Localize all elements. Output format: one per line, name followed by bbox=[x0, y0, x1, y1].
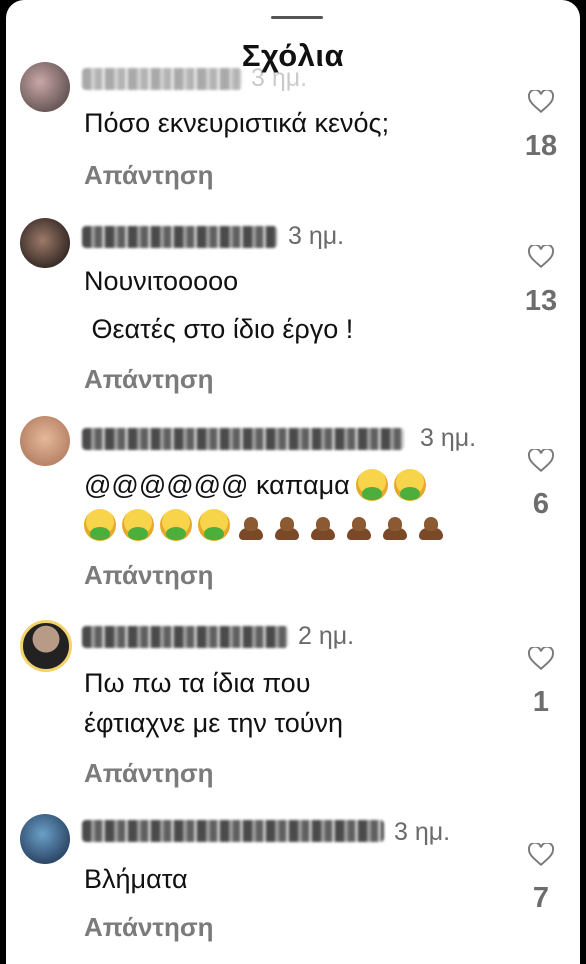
username-blurred[interactable] bbox=[82, 68, 242, 90]
pile-of-poo-emoji bbox=[344, 510, 374, 540]
comment-time: 3 ημ. bbox=[288, 222, 345, 250]
pile-of-poo-emoji bbox=[272, 510, 302, 540]
like-count: 18 bbox=[524, 130, 558, 162]
pile-of-poo-emoji bbox=[308, 510, 338, 540]
reply-button[interactable]: Απάντηση bbox=[84, 364, 214, 395]
comment-time: 2 ημ. bbox=[298, 622, 355, 650]
comment-text: Νουνιτοοooo bbox=[84, 266, 239, 296]
reply-button[interactable]: Απάντηση bbox=[84, 912, 214, 943]
heart-icon[interactable] bbox=[528, 245, 554, 269]
like-count: 6 bbox=[532, 488, 550, 520]
comment-text: έφτιαχνε με την τούνη bbox=[84, 708, 344, 738]
reply-button[interactable]: Απάντηση bbox=[84, 758, 214, 789]
heart-icon[interactable] bbox=[528, 647, 554, 671]
comments-sheet: Σχόλια 3 ημ. Πόσο εκνευριστικά κενός; Απ… bbox=[6, 0, 580, 964]
pile-of-poo-emoji bbox=[416, 510, 446, 540]
heart-icon[interactable] bbox=[528, 449, 554, 473]
heart-icon[interactable] bbox=[528, 843, 554, 867]
comment-time: 3 ημ. bbox=[251, 64, 308, 92]
nauseated-face-emoji bbox=[393, 469, 426, 501]
avatar[interactable] bbox=[20, 416, 70, 466]
heart-icon[interactable] bbox=[528, 90, 554, 114]
avatar[interactable] bbox=[20, 814, 70, 864]
pile-of-poo-emoji bbox=[380, 510, 410, 540]
nauseated-face-emoji bbox=[160, 509, 192, 541]
like-count: 13 bbox=[524, 285, 558, 317]
comment-time: 3 ημ. bbox=[420, 424, 477, 452]
username-blurred[interactable] bbox=[82, 428, 404, 450]
avatar[interactable] bbox=[20, 218, 70, 268]
like-count: 7 bbox=[532, 882, 550, 914]
nauseated-face-emoji bbox=[355, 469, 388, 501]
username-blurred[interactable] bbox=[82, 820, 384, 842]
comment-text: Πόσο εκνευριστικά κενός; bbox=[84, 108, 390, 138]
avatar[interactable] bbox=[20, 620, 72, 672]
username-blurred[interactable] bbox=[82, 226, 277, 248]
reply-button[interactable]: Απάντηση bbox=[84, 160, 214, 191]
comment-text: Βλήματα bbox=[84, 864, 188, 894]
comment-text: Θεατές στο ίδιο έργο ! bbox=[84, 314, 354, 344]
comment-time: 3 ημ. bbox=[394, 818, 451, 846]
username-blurred[interactable] bbox=[82, 626, 288, 648]
avatar[interactable] bbox=[20, 62, 70, 112]
nauseated-face-emoji bbox=[198, 509, 230, 541]
drag-handle[interactable] bbox=[271, 16, 323, 19]
emoji-line bbox=[84, 502, 446, 548]
like-count: 1 bbox=[532, 686, 550, 718]
emoji-row bbox=[84, 502, 446, 548]
nauseated-face-emoji bbox=[122, 509, 154, 541]
nauseated-face-emoji bbox=[84, 509, 116, 541]
pile-of-poo-emoji bbox=[236, 510, 266, 540]
reply-button[interactable]: Απάντηση bbox=[84, 560, 214, 591]
